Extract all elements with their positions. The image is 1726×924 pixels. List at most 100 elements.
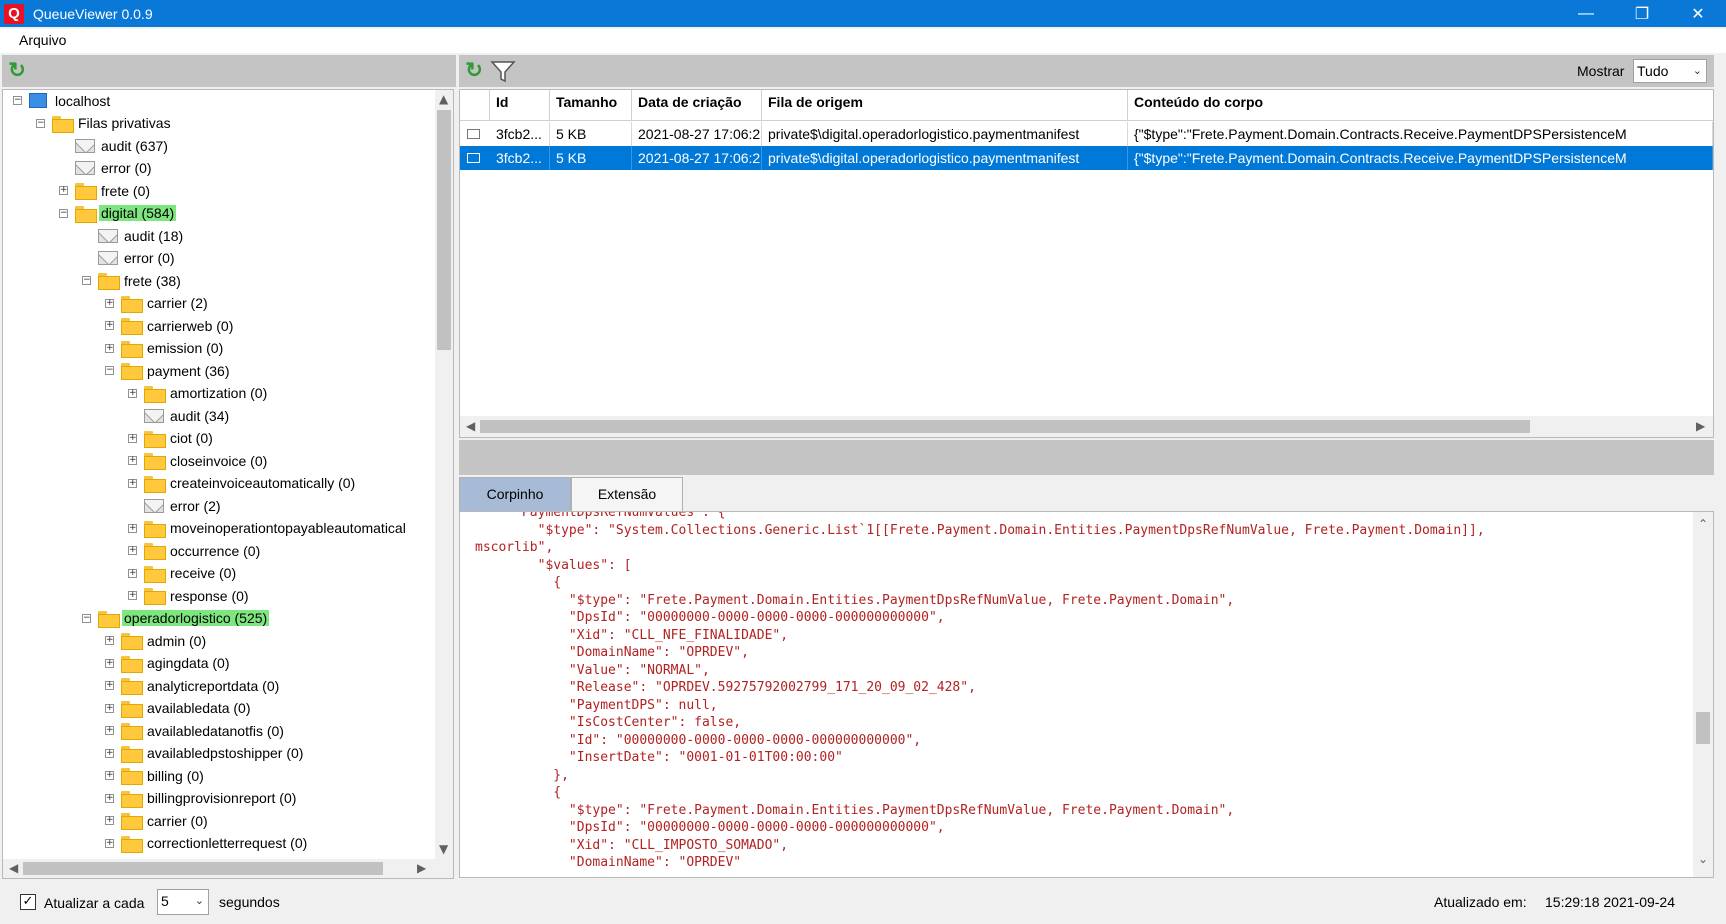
maximize-button[interactable]: ❐ [1614,0,1670,27]
tree-node[interactable]: − localhost [13,90,112,111]
tree-horizontal-scrollbar[interactable]: ◀ ▶ [3,859,453,878]
tab-extensao[interactable]: Extensão [571,477,683,511]
queue-tree[interactable]: − localhost − Filas privativas audit (637) er… [2,89,454,879]
tree-node[interactable]: + carrierweb (0) [105,315,235,336]
grid-scroll-left-icon[interactable]: ◀ [466,419,475,433]
expand-icon[interactable]: + [105,748,114,758]
tree-node[interactable]: + agingdata (0) [105,653,232,674]
tree-node[interactable]: audit (34) [144,405,231,426]
refresh-tree-icon[interactable]: ↻ [6,60,28,82]
tree-node[interactable]: audit (637) [75,135,170,156]
messages-grid[interactable]: Id Tamanho Data de criação Fila de orige… [459,89,1714,438]
refresh-messages-icon[interactable]: ↻ [463,60,485,82]
collapse-icon[interactable]: − [13,96,22,105]
scroll-right-icon[interactable]: ▶ [417,861,426,875]
body-scroll-up-icon[interactable]: ⌃ [1698,517,1708,531]
message-body-view[interactable]: PaymentDpsRefNumValues : { "$type": "Sys… [459,511,1714,878]
tab-corpinho[interactable]: Corpinho [459,477,571,511]
collapse-icon[interactable]: − [36,118,45,128]
tree-node[interactable]: + admin (0) [105,630,208,651]
col-head-id[interactable]: Id [490,90,550,121]
body-scroll-down-icon[interactable]: ⌄ [1698,852,1708,866]
tree-node[interactable]: + ciot (0) [128,428,215,449]
tree-node[interactable]: + availabledpstoshipper (0) [105,743,305,764]
col-head-queue[interactable]: Fila de origem [762,90,1128,121]
tree-node[interactable]: + analyticreportdata (0) [105,675,281,696]
tree-node[interactable]: + occurrence (0) [128,540,262,561]
tree-node[interactable]: + billingprovisionreport (0) [105,788,298,809]
collapse-icon[interactable]: − [105,366,114,375]
menu-arquivo[interactable]: Arquivo [19,32,66,48]
expand-icon[interactable]: + [128,591,137,600]
expand-icon[interactable]: + [105,838,114,848]
expand-icon[interactable]: + [128,568,137,578]
tree-node[interactable]: + frete (0) [59,180,152,201]
expand-icon[interactable]: + [128,546,137,555]
tree-node[interactable]: + carrier (2) [105,293,210,314]
splitter[interactable] [459,440,1714,475]
tree-node[interactable]: + moveinoperationtopayableautomatical [128,518,408,539]
scroll-up-icon[interactable]: ▲ [439,92,448,106]
auto-refresh-checkbox[interactable]: ✓ [20,894,36,910]
tree-scroll-thumb[interactable] [437,110,451,350]
tree-node[interactable]: + createinvoiceautomatically (0) [128,473,357,494]
tree-node[interactable]: + availabledatanotfis (0) [105,720,286,741]
expand-icon[interactable]: + [105,681,114,690]
tree-node[interactable]: + emission (0) [105,338,225,359]
mostrar-select[interactable]: Tudo ⌄ [1633,59,1707,83]
collapse-icon[interactable]: − [82,276,91,285]
collapse-icon[interactable]: − [59,208,68,218]
table-row[interactable]: 3fcb2... 5 KB 2021-08-27 17:06:28 private$\… [460,122,1713,146]
tree-node[interactable]: + billing (0) [105,765,206,786]
expand-icon[interactable]: + [105,343,114,353]
tree-hscroll-thumb[interactable] [23,862,383,875]
tree-node[interactable]: error (2) [144,495,223,516]
expand-icon[interactable]: + [105,771,114,780]
tree-node[interactable]: − digital (584) [59,203,177,224]
tree-node[interactable]: error (0) [75,158,154,179]
interval-select[interactable]: 5 ⌄ [157,889,209,915]
expand-icon[interactable]: + [128,478,137,488]
table-row[interactable]: 3fcb2... 5 KB 2021-08-27 17:06:28 private$\… [460,146,1713,170]
tree-node[interactable]: error (0) [98,248,177,269]
body-vertical-scrollbar[interactable]: ⌃ ⌄ [1693,512,1713,877]
tree-node[interactable]: + amortization (0) [128,383,269,404]
col-head-size[interactable]: Tamanho [550,90,632,121]
expand-icon[interactable]: + [128,456,137,465]
grid-scroll-right-icon[interactable]: ▶ [1696,419,1705,433]
expand-icon[interactable]: + [128,523,137,533]
tree-node[interactable]: + receive (0) [128,563,238,584]
expand-icon[interactable]: + [128,388,137,398]
body-scroll-thumb[interactable] [1696,712,1710,744]
tree-node[interactable]: + carrier (0) [105,810,210,831]
tree-node[interactable]: − operadorlogistico (525) [82,608,270,629]
collapse-icon[interactable]: − [82,613,91,623]
expand-icon[interactable]: + [105,298,114,308]
tree-vertical-scrollbar[interactable]: ▲ ▼ [435,90,453,859]
expand-icon[interactable]: + [59,186,68,195]
expand-icon[interactable]: + [105,816,114,825]
expand-icon[interactable]: + [105,658,114,668]
expand-icon[interactable]: + [105,703,114,713]
tree-node[interactable]: + response (0) [128,585,251,606]
expand-icon[interactable]: + [128,433,137,443]
col-head-body[interactable]: Conteúdo do corpo [1128,90,1713,121]
minimize-button[interactable]: — [1558,0,1614,27]
expand-icon[interactable]: + [105,321,114,330]
expand-icon[interactable]: + [105,636,114,645]
col-head-date[interactable]: Data de criação [632,90,762,121]
tree-node[interactable]: audit (18) [98,225,185,246]
filter-icon[interactable] [490,59,516,83]
tree-node[interactable]: − payment (36) [105,360,231,381]
grid-horizontal-scrollbar[interactable]: ◀ ▶ [460,416,1713,437]
expand-icon[interactable]: + [105,793,114,803]
tree-node[interactable]: − frete (38) [82,270,183,291]
tree-node[interactable]: + correctionletterrequest (0) [105,833,309,854]
tree-node[interactable]: − Filas privativas [36,113,173,134]
scroll-down-icon[interactable]: ▼ [439,842,448,856]
close-button[interactable]: ✕ [1670,0,1726,27]
tree-node[interactable]: + availabledata (0) [105,698,253,719]
tree-node[interactable]: + closeinvoice (0) [128,450,269,471]
grid-hscroll-thumb[interactable] [480,420,1530,433]
scroll-left-icon[interactable]: ◀ [9,861,18,875]
